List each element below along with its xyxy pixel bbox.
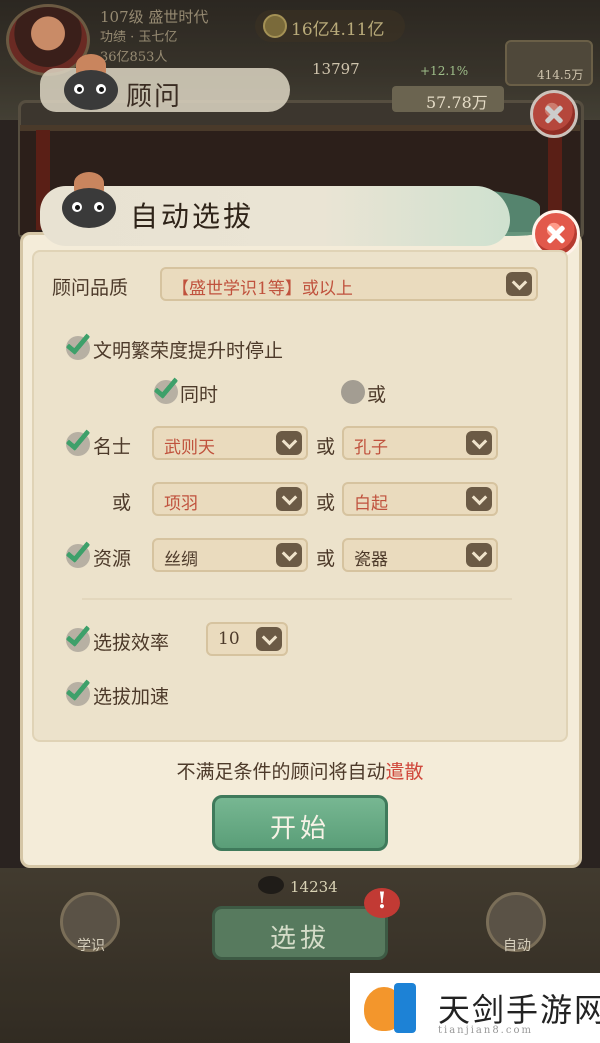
chevron-down-icon bbox=[256, 627, 282, 651]
famous-select-1[interactable]: 武则天 bbox=[152, 426, 308, 460]
famous-value-2: 孔子 bbox=[354, 438, 388, 458]
quality-label: 顾问品质 bbox=[52, 277, 129, 299]
same-time-label: 同时 bbox=[180, 384, 219, 406]
or-label-3: 或 bbox=[316, 492, 336, 514]
gold-value: 16亿4.11亿 bbox=[291, 20, 385, 40]
gold-display: 16亿4.11亿 bbox=[255, 10, 405, 42]
player-subtitle: 功绩 · 玉七亿 bbox=[100, 30, 178, 45]
or-label-4: 或 bbox=[316, 548, 336, 570]
famous-value-1: 武则天 bbox=[164, 438, 215, 458]
knowledge-button[interactable]: 学识 bbox=[60, 892, 120, 954]
notice-warn-text: 遣散 bbox=[385, 761, 424, 783]
player-name: 107级 盛世时代 bbox=[100, 8, 209, 26]
start-button[interactable]: 开始 bbox=[212, 795, 388, 851]
knowledge-button-label: 学识 bbox=[77, 938, 105, 954]
stop-label: 文明繁荣度提升时停止 bbox=[93, 340, 284, 362]
resource-label: 资源 bbox=[93, 548, 132, 570]
stat-center: 13797 bbox=[312, 60, 360, 78]
famous-select-2[interactable]: 孔子 bbox=[342, 426, 498, 460]
resource-select-1[interactable]: 丝绸 bbox=[152, 538, 308, 572]
efficiency-label: 选拔效率 bbox=[93, 632, 170, 654]
mascot-icon bbox=[56, 54, 126, 112]
money-value: 57.78万 bbox=[426, 93, 488, 112]
side-resource[interactable]: 414.5万 bbox=[505, 40, 593, 86]
chevron-down-icon bbox=[506, 272, 532, 296]
same-time-radio[interactable] bbox=[153, 372, 179, 404]
famous-checkbox[interactable] bbox=[65, 424, 91, 456]
efficiency-select[interactable]: 10 bbox=[206, 622, 288, 656]
select-button[interactable]: 选拔 bbox=[212, 906, 388, 960]
quality-select[interactable]: 【盛世学识1等】或以上 bbox=[160, 267, 538, 301]
close-advisor-button[interactable] bbox=[530, 90, 578, 138]
or-label-1: 或 bbox=[316, 436, 336, 458]
or-label-2: 或 bbox=[112, 492, 132, 514]
side-resource-value: 414.5万 bbox=[537, 68, 584, 82]
auto-button-label: 自动 bbox=[503, 938, 531, 954]
money-display: 57.78万 bbox=[392, 86, 504, 112]
watermark: 天剑手游网 tianjian8.com bbox=[350, 973, 600, 1043]
famous-value-3: 项羽 bbox=[164, 494, 198, 514]
resource-checkbox[interactable] bbox=[65, 536, 91, 568]
famous-label: 名士 bbox=[93, 436, 132, 458]
famous-select-4[interactable]: 白起 bbox=[342, 482, 498, 516]
alert-badge: ! bbox=[364, 888, 400, 918]
stat-plus: +12.1% bbox=[420, 64, 469, 78]
advisor-count: 14234 bbox=[290, 878, 338, 896]
chevron-down-icon bbox=[276, 487, 302, 511]
or-radio[interactable] bbox=[341, 380, 365, 404]
coin-icon bbox=[263, 14, 287, 38]
resource-select-2[interactable]: 瓷器 bbox=[342, 538, 498, 572]
watermark-sub: tianjian8.com bbox=[438, 1025, 533, 1036]
resource-value-1: 丝绸 bbox=[164, 550, 198, 570]
section-divider bbox=[82, 598, 512, 600]
scroll-icon bbox=[258, 876, 284, 894]
famous-select-3[interactable]: 项羽 bbox=[152, 482, 308, 516]
chevron-down-icon bbox=[276, 543, 302, 567]
speedup-checkbox[interactable] bbox=[65, 674, 91, 706]
speedup-label: 选拔加速 bbox=[93, 686, 170, 708]
stop-checkbox[interactable] bbox=[65, 328, 91, 360]
notice-text: 不满足条件的顾问将自动 bbox=[176, 761, 386, 783]
dismiss-notice: 不满足条件的顾问将自动遣散 bbox=[0, 757, 600, 784]
resource-value-2: 瓷器 bbox=[354, 550, 388, 570]
dialog-mascot-icon bbox=[54, 172, 124, 230]
quality-value: 【盛世学识1等】或以上 bbox=[172, 279, 353, 299]
efficiency-value: 10 bbox=[218, 629, 240, 649]
chevron-down-icon bbox=[466, 543, 492, 567]
efficiency-checkbox[interactable] bbox=[65, 620, 91, 652]
chevron-down-icon bbox=[466, 487, 492, 511]
advisor-title: 顾问 bbox=[126, 82, 183, 112]
chevron-down-icon bbox=[276, 431, 302, 455]
or-radio-label: 或 bbox=[367, 384, 387, 406]
auto-button[interactable]: 自动 bbox=[486, 892, 546, 954]
fox-logo-icon bbox=[364, 979, 420, 1037]
famous-value-4: 白起 bbox=[354, 494, 388, 514]
chevron-down-icon bbox=[466, 431, 492, 455]
dialog-title: 自动选拔 bbox=[130, 200, 255, 233]
